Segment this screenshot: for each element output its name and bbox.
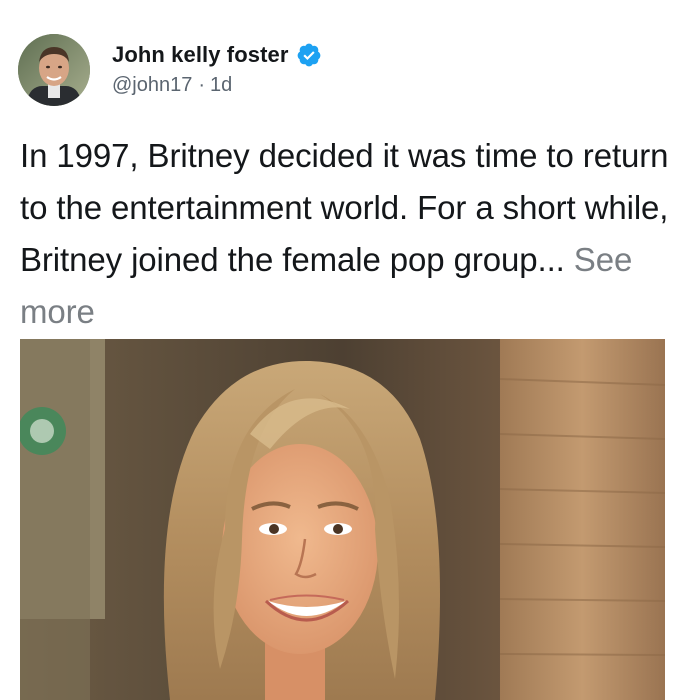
author-name[interactable]: John kelly foster	[112, 42, 289, 68]
avatar[interactable]	[18, 34, 90, 106]
post-body: In 1997, Britney decided it was time to …	[20, 130, 692, 338]
post-timestamp[interactable]: 1d	[210, 74, 232, 96]
social-post: John kelly foster @john17 · 1d In 1997, Br…	[0, 0, 700, 700]
post-header: John kelly foster @john17 · 1d	[18, 34, 322, 106]
post-image[interactable]	[20, 339, 665, 700]
post-meta: @john17 · 1d	[112, 74, 322, 97]
author-identity: John kelly foster @john17 · 1d	[112, 40, 322, 97]
name-row: John kelly foster	[112, 40, 322, 70]
meta-separator: ·	[198, 73, 206, 96]
post-text: In 1997, Britney decided it was time to …	[20, 137, 669, 278]
verified-badge-icon	[296, 42, 322, 68]
author-handle[interactable]: @john17	[112, 74, 192, 96]
